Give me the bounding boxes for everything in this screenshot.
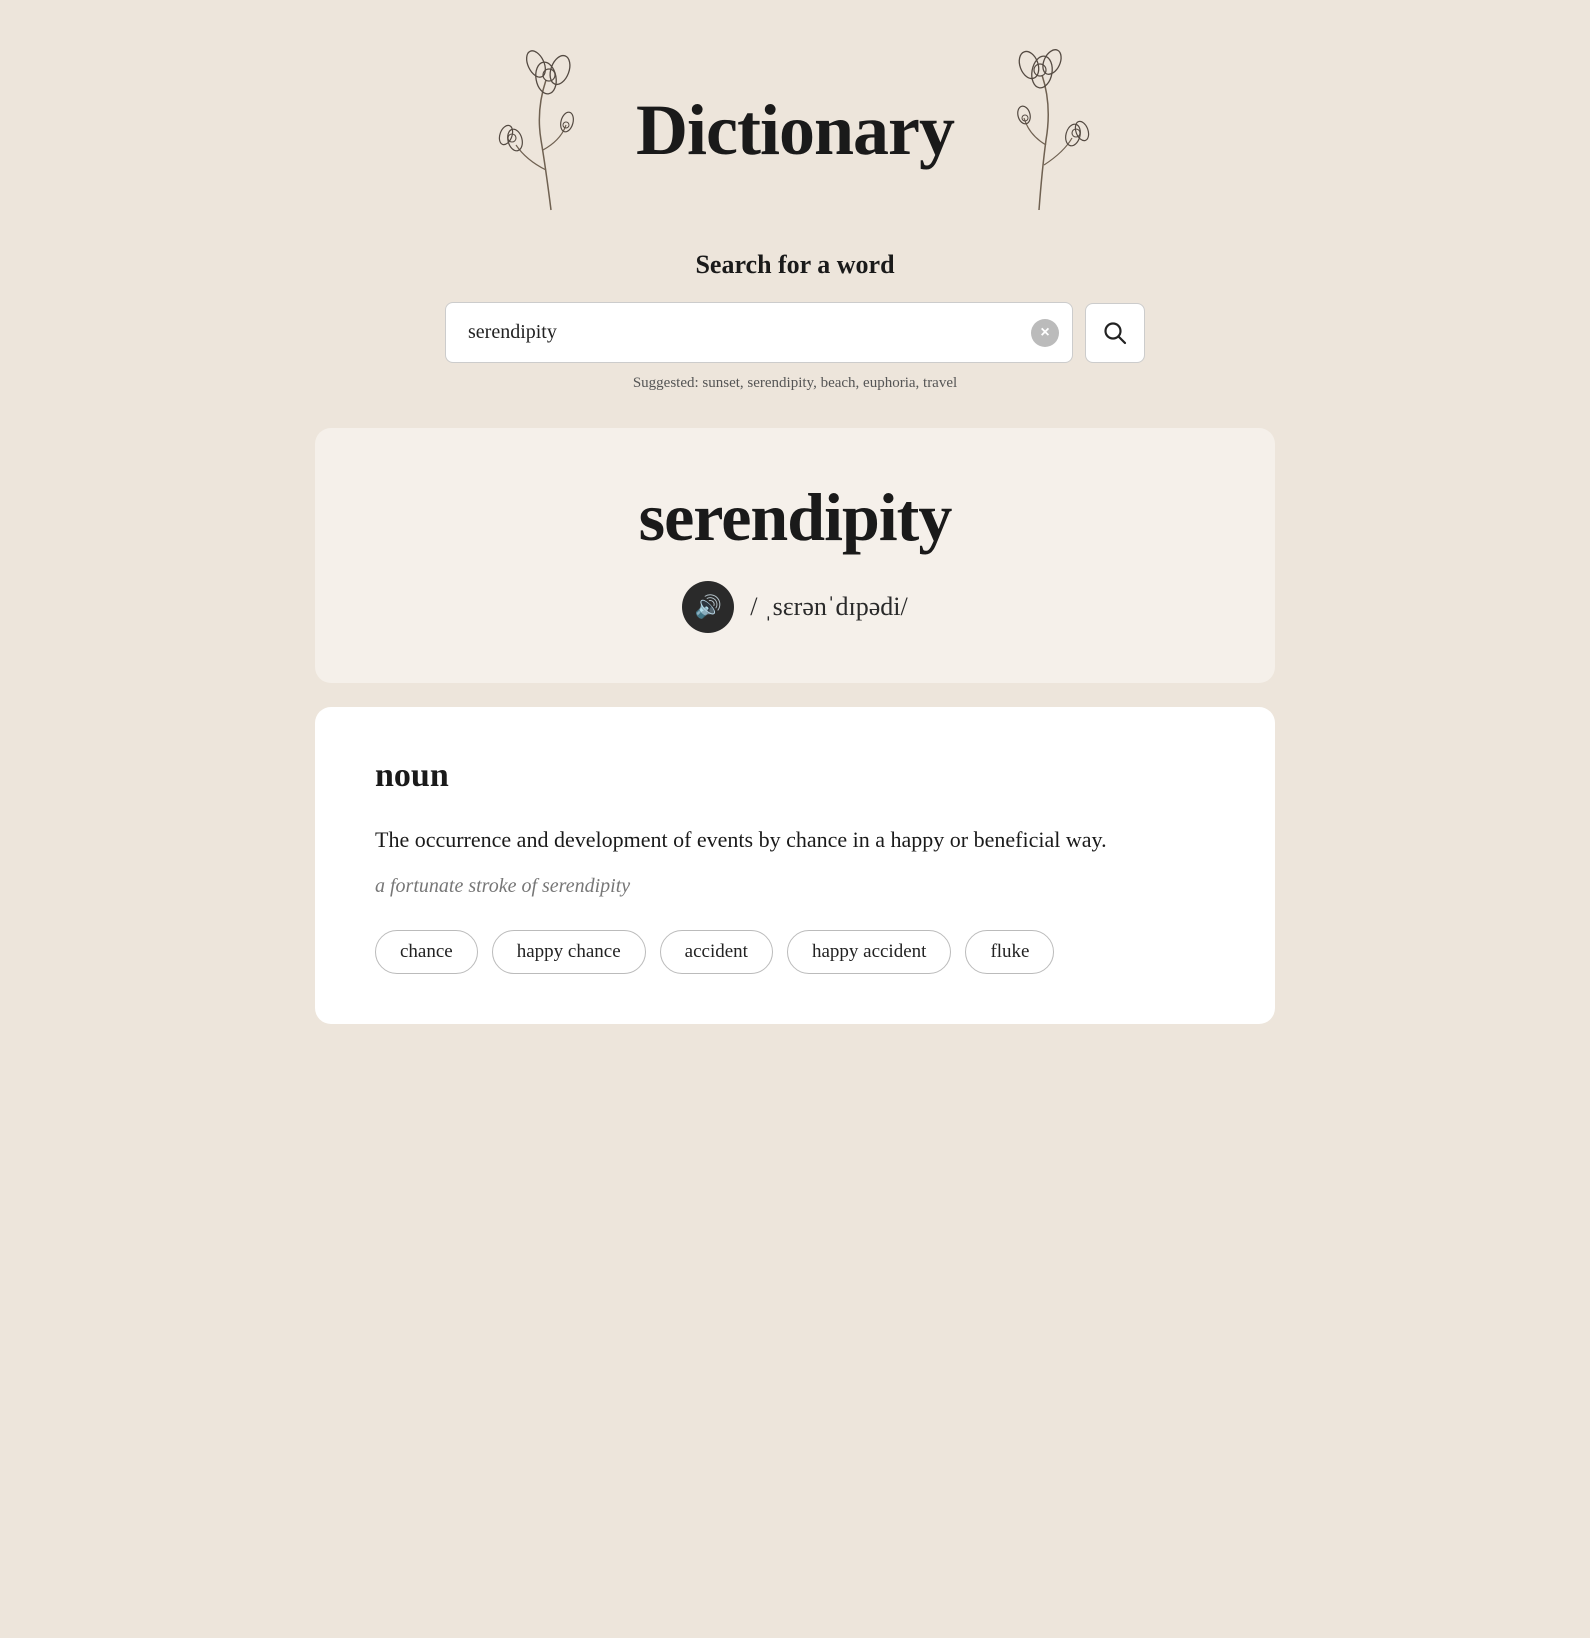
audio-button[interactable]: 🔊 bbox=[682, 581, 734, 633]
flower-right-icon bbox=[974, 40, 1104, 220]
definition-text: The occurrence and development of events… bbox=[375, 823, 1215, 857]
example-text: a fortunate stroke of serendipity bbox=[375, 875, 1215, 898]
search-row: × bbox=[445, 302, 1145, 363]
synonyms-row: chance happy chance accident happy accident… bbox=[375, 930, 1215, 974]
part-of-speech: noun bbox=[375, 757, 1215, 795]
synonym-tag[interactable]: accident bbox=[660, 930, 773, 974]
clear-button[interactable]: × bbox=[1031, 319, 1059, 347]
word-title: serendipity bbox=[639, 478, 952, 557]
synonym-tag[interactable]: chance bbox=[375, 930, 478, 974]
header: Dictionary bbox=[486, 40, 1104, 220]
search-button[interactable] bbox=[1085, 303, 1145, 363]
pronunciation: / ˌsɛrənˈdɪpədi/ bbox=[750, 592, 908, 622]
search-input[interactable] bbox=[445, 302, 1073, 363]
search-icon bbox=[1102, 320, 1128, 346]
synonym-tag[interactable]: fluke bbox=[965, 930, 1054, 974]
synonym-tag[interactable]: happy chance bbox=[492, 930, 646, 974]
search-input-wrapper: × bbox=[445, 302, 1073, 363]
speaker-icon: 🔊 bbox=[695, 594, 722, 620]
search-label: Search for a word bbox=[695, 250, 894, 280]
flower-left-icon bbox=[486, 40, 616, 220]
pronunciation-row: 🔊 / ˌsɛrənˈdɪpədi/ bbox=[682, 581, 908, 633]
search-section: Search for a word × Suggested: sunset, s… bbox=[445, 250, 1145, 392]
suggestions: Suggested: sunset, serendipity, beach, e… bbox=[633, 375, 957, 392]
app-title: Dictionary bbox=[636, 89, 954, 172]
definition-card: noun The occurrence and development of e… bbox=[315, 707, 1275, 1024]
synonym-tag[interactable]: happy accident bbox=[787, 930, 951, 974]
word-card: serendipity 🔊 / ˌsɛrənˈdɪpədi/ bbox=[315, 428, 1275, 683]
